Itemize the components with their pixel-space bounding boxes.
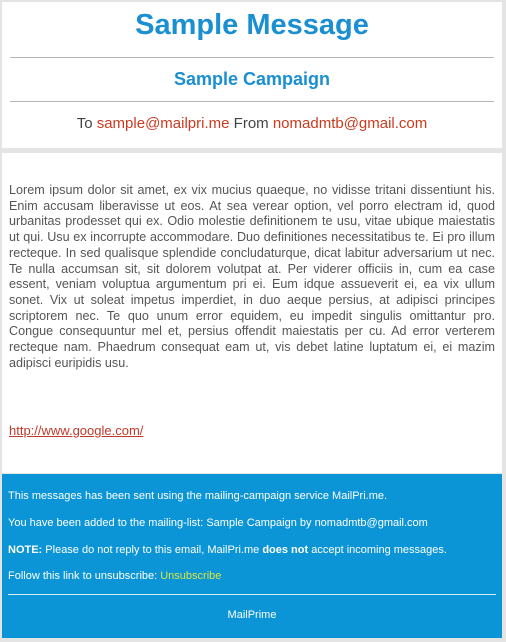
to-label: To (76, 115, 93, 132)
footer-divider (8, 594, 496, 595)
brand-name: MailPrime (227, 609, 277, 621)
note-label: NOTE: (8, 544, 43, 556)
email-frame: Sample Message Sample Campaign To sample… (0, 0, 506, 642)
message-body-text: Lorem ipsum dolor sit amet, ex vix muciu… (9, 183, 495, 370)
note-text-b: accept incoming messages. (308, 544, 447, 556)
note-text-a: Please do not reply to this email, MailP… (42, 544, 263, 556)
header-divider-top (10, 57, 494, 58)
message-title: Sample Message (135, 9, 369, 41)
message-footer: This messages has been sent using the ma… (2, 474, 502, 638)
footer-unsubscribe-line: Follow this link to unsubscribe: Unsubsc… (8, 569, 498, 583)
note-emphasis: does not (262, 544, 309, 556)
from-email-link[interactable]: nomadmtb@gmail.com (273, 115, 427, 132)
from-label: From (233, 115, 269, 132)
to-email-link[interactable]: sample@mailpri.me (97, 115, 230, 132)
footer-list-notice: You have been added to the mailing-list:… (8, 517, 428, 529)
message-header: Sample Message Sample Campaign To sample… (2, 2, 502, 148)
unsubscribe-prompt: Follow this link to unsubscribe: (8, 570, 161, 582)
unsubscribe-link[interactable]: Unsubscribe (160, 570, 221, 582)
header-divider-bottom (10, 101, 494, 102)
message-content: Lorem ipsum dolor sit amet, ex vix muciu… (2, 153, 502, 473)
body-url-link[interactable]: http://www.google.com/ (9, 423, 143, 439)
recipients-line: To sample@mailpri.me From nomadmtb@gmail… (2, 114, 502, 134)
footer-no-reply-note: NOTE: Please do not reply to this email,… (8, 543, 498, 557)
footer-service-notice: This messages has been sent using the ma… (8, 490, 388, 502)
campaign-name: Sample Campaign (173, 69, 331, 89)
